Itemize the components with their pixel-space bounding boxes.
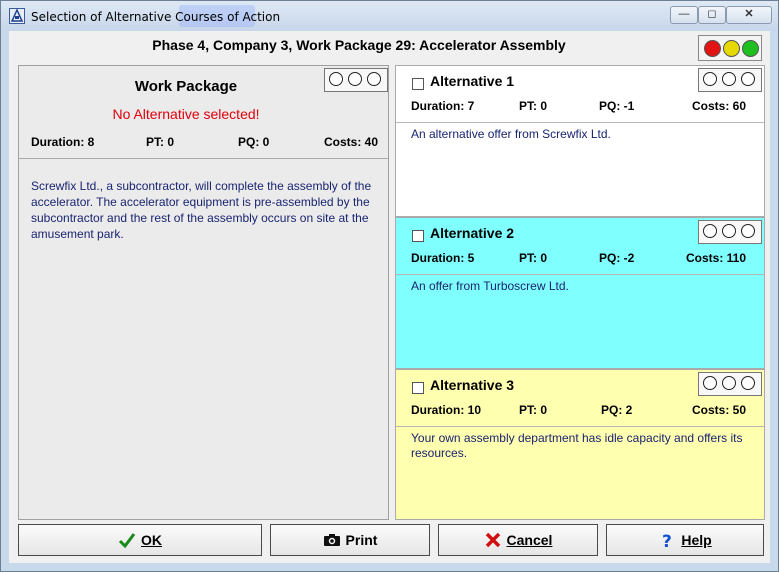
divider bbox=[19, 158, 388, 159]
circle-icon bbox=[703, 376, 717, 390]
alt-3-pt: PT: 0 bbox=[519, 403, 548, 417]
circle-icon bbox=[722, 376, 736, 390]
alternative-2-checkbox[interactable] bbox=[412, 230, 424, 242]
print-label: Print bbox=[345, 532, 378, 548]
ok-label: OK bbox=[141, 532, 162, 548]
help-label: Help bbox=[681, 532, 712, 548]
maximize-button[interactable]: ◻ bbox=[698, 6, 726, 24]
header: Phase 4, Company 3, Work Package 29: Acc… bbox=[9, 31, 770, 63]
alt-3-duration: Duration: 10 bbox=[411, 403, 482, 417]
print-button[interactable]: Print bbox=[270, 524, 430, 556]
camera-icon bbox=[323, 534, 340, 546]
wp-pq: PQ: 0 bbox=[238, 135, 270, 149]
rating-circles bbox=[698, 372, 762, 396]
wp-description: Screwfix Ltd., a subcontractor, will com… bbox=[31, 179, 372, 241]
help-button[interactable]: ? Help bbox=[606, 524, 764, 556]
alternative-2-title: Alternative 2 bbox=[430, 225, 515, 241]
svg-text:?: ? bbox=[662, 532, 672, 549]
circle-icon bbox=[722, 72, 736, 86]
cancel-label: Cancel bbox=[506, 532, 553, 548]
divider bbox=[396, 122, 764, 123]
close-button[interactable]: ✕ bbox=[726, 6, 772, 24]
dialog-window: Selection of Alternative Courses of Acti… bbox=[0, 0, 779, 572]
rating-circles bbox=[698, 220, 762, 244]
alternative-1-checkbox[interactable] bbox=[412, 78, 424, 90]
alternative-2-panel[interactable]: Alternative 2 Duration: 5 PT: 0 PQ: -2 C… bbox=[395, 217, 765, 369]
cancel-button[interactable]: Cancel bbox=[438, 524, 598, 556]
alt-2-pt: PT: 0 bbox=[519, 251, 548, 265]
circle-icon bbox=[722, 224, 736, 238]
question-mark-icon: ? bbox=[662, 532, 672, 549]
divider bbox=[396, 426, 764, 427]
red-x-icon bbox=[485, 532, 500, 548]
dialog-body: Phase 4, Company 3, Work Package 29: Acc… bbox=[9, 31, 770, 563]
alt-3-costs: Costs: 50 bbox=[692, 403, 747, 417]
work-package-title: Work Package bbox=[134, 78, 238, 95]
alt-1-description: An alternative offer from Screwfix Ltd. bbox=[411, 127, 611, 141]
wp-duration: Duration: 8 bbox=[31, 135, 95, 149]
no-selection-message: No Alternative selected! bbox=[112, 106, 260, 122]
alt-1-pt: PT: 0 bbox=[519, 99, 548, 113]
app-logo-icon bbox=[9, 8, 25, 24]
window-title: Selection of Alternative Courses of Acti… bbox=[31, 10, 281, 24]
ok-button[interactable]: OK bbox=[18, 524, 262, 556]
page-title: Phase 4, Company 3, Work Package 29: Acc… bbox=[152, 37, 566, 53]
red-light-icon bbox=[704, 40, 721, 57]
yellow-light-icon bbox=[723, 40, 740, 57]
divider bbox=[396, 274, 764, 275]
alternative-3-panel[interactable]: Alternative 3 Duration: 10 PT: 0 PQ: 2 C… bbox=[395, 369, 765, 520]
wp-costs: Costs: 40 bbox=[324, 135, 379, 149]
alt-1-costs: Costs: 60 bbox=[692, 99, 747, 113]
alt-2-description: An offer from Turboscrew Ltd. bbox=[411, 279, 569, 293]
alternative-1-panel[interactable]: Alternative 1 Duration: 7 PT: 0 PQ: -1 C… bbox=[395, 65, 765, 217]
alt-1-pq: PQ: -1 bbox=[599, 99, 635, 113]
alt-3-pq: PQ: 2 bbox=[601, 403, 633, 417]
circle-icon bbox=[741, 224, 755, 238]
alt-2-pq: PQ: -2 bbox=[599, 251, 635, 265]
green-light-icon bbox=[742, 40, 759, 57]
traffic-lights bbox=[698, 35, 762, 61]
alt-2-duration: Duration: 5 bbox=[411, 251, 475, 265]
alternative-1-title: Alternative 1 bbox=[430, 73, 515, 89]
alternative-3-title: Alternative 3 bbox=[430, 377, 515, 393]
rating-circles bbox=[698, 68, 762, 92]
circle-icon bbox=[703, 72, 717, 86]
circle-icon bbox=[703, 224, 717, 238]
work-package-panel: Work Package No Alternative selected! Du… bbox=[18, 65, 389, 520]
alt-3-description: Your own assembly department has idle ca… bbox=[411, 431, 743, 460]
alternative-3-checkbox[interactable] bbox=[412, 382, 424, 394]
title-bar[interactable]: Selection of Alternative Courses of Acti… bbox=[1, 1, 778, 31]
circle-icon bbox=[741, 376, 755, 390]
circle-icon bbox=[741, 72, 755, 86]
checkmark-icon bbox=[118, 533, 136, 549]
alt-1-duration: Duration: 7 bbox=[411, 99, 475, 113]
circle-icon bbox=[367, 72, 381, 86]
wp-pt: PT: 0 bbox=[146, 135, 175, 149]
alt-2-costs: Costs: 110 bbox=[686, 251, 747, 265]
minimize-button[interactable]: — bbox=[670, 6, 698, 24]
